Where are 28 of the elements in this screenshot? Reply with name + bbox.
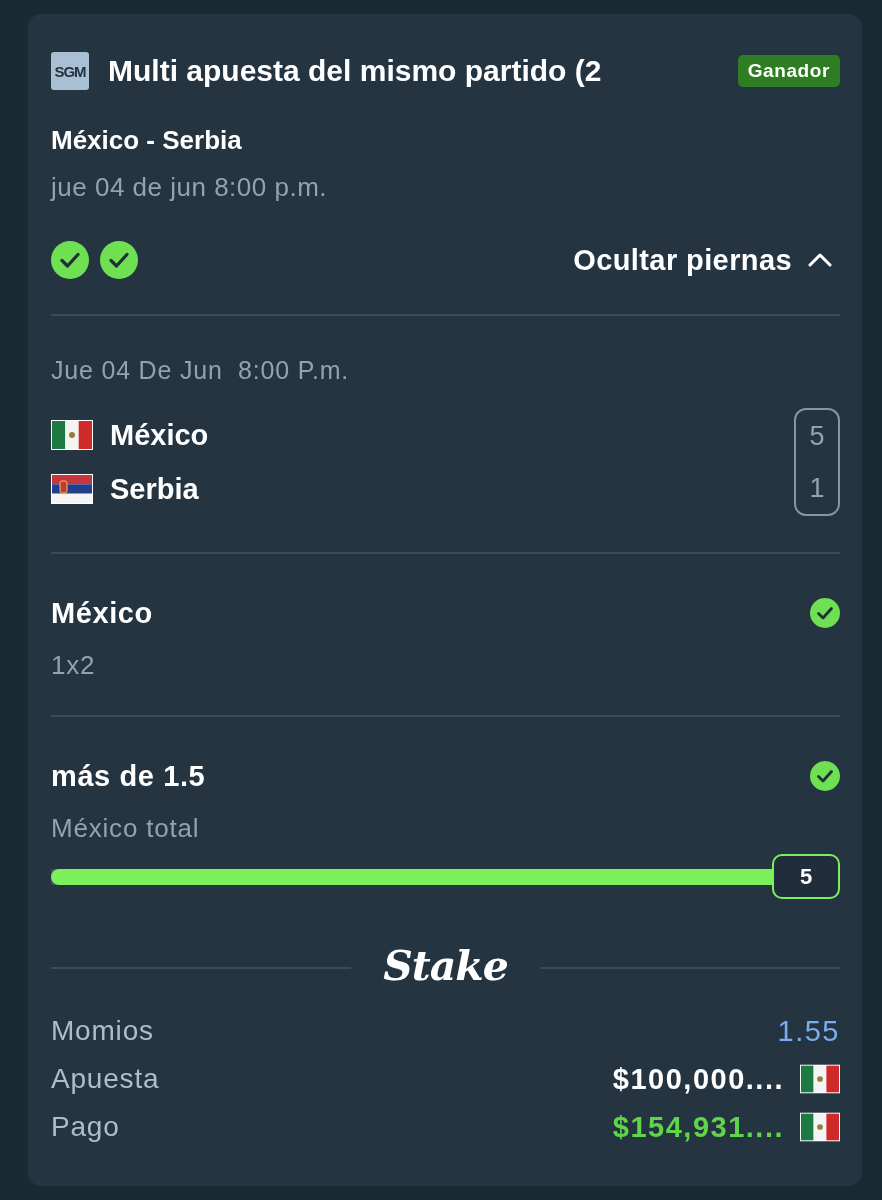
summary-value: $154,931....	[612, 1110, 784, 1144]
flag-icon	[51, 474, 93, 504]
score-text: 5	[808, 419, 826, 453]
market-text: México total	[51, 814, 201, 842]
summary-label: Pago	[51, 1111, 121, 1143]
flag-icon	[51, 420, 93, 450]
match-date: jue 04 de jun 8:00 p.m.	[51, 172, 329, 202]
team-name: Serbia	[110, 472, 199, 506]
bet-type-badge: SGM	[51, 52, 89, 90]
summary-value: $100,000....	[612, 1062, 784, 1096]
score-text: 1	[808, 471, 826, 505]
market-text: 1x2	[51, 651, 97, 679]
selection-text: México	[51, 596, 153, 630]
team-name: México	[110, 418, 209, 452]
hide-legs-button[interactable]: Ocultar piernas	[573, 243, 840, 277]
summary-label: Apuesta	[51, 1063, 161, 1095]
event-date: Jue 04 De Jun 8:00 P.m.	[51, 356, 351, 384]
logo-text: Stake	[383, 942, 508, 990]
chevron-icon	[808, 253, 832, 267]
summary-value: 1.55	[777, 1014, 840, 1048]
flag-icon	[800, 1064, 840, 1094]
flag-icon	[800, 1112, 840, 1142]
summary-label: Momios	[51, 1015, 155, 1047]
selection-text: más de 1.5	[51, 759, 206, 793]
match-title: México - Serbia	[51, 125, 243, 155]
status-badge: Ganador	[737, 55, 840, 87]
progress-value: 5	[772, 854, 840, 899]
bet-title: Multi apuesta del mismo partido (2	[108, 54, 603, 88]
